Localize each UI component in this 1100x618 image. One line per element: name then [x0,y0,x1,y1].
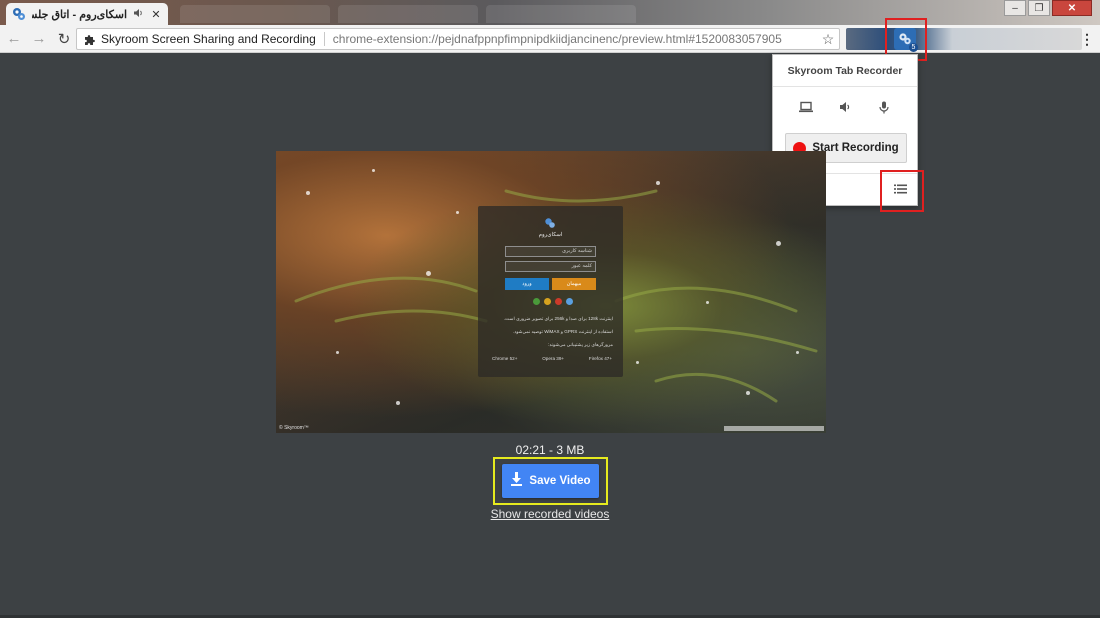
preview-credit: © Skyroom™ [279,425,309,431]
window-controls: – ❐ ✕ [1004,0,1092,16]
firefox-icon [544,298,551,305]
puzzle-piece-icon [83,33,95,45]
list-highlight-frame [880,170,924,212]
skyroom-icon [12,7,26,21]
url-text[interactable]: chrome-extension://pejdnafppnpfimpnipdki… [333,32,817,46]
chrome-icon [533,298,540,305]
save-video-button[interactable]: Save Video [502,464,599,498]
recording-preview[interactable]: اسکای‌روم شناسه کاربری کلمه عبور ورود می… [276,151,826,433]
tab-title: اسکای‌روم - اتاق جلسات [32,8,127,21]
app-name: اسکای‌روم [538,232,563,238]
browser-firefox: Firefox 47+ [588,356,612,361]
tab-active[interactable]: اسکای‌روم - اتاق جلسات ✕ [6,3,168,25]
tab-close-icon[interactable]: ✕ [150,8,162,21]
info-line: اینترنت 128k برای صدا و 256k برای تصویر … [503,316,613,321]
background-tab[interactable] [180,5,330,23]
extensions-area [846,28,1082,50]
save-video-label: Save Video [529,475,591,487]
download-icon [510,471,523,491]
close-window-button[interactable]: ✕ [1052,0,1092,16]
source-selector [773,87,917,127]
back-button[interactable]: ← [3,28,25,50]
microphone-icon[interactable] [875,98,893,116]
opera-icon [555,298,562,305]
screen-icon[interactable] [797,98,815,116]
speaker-icon[interactable] [133,8,144,21]
show-recorded-videos-link[interactable]: Show recorded videos [450,507,650,521]
login-card: اسکای‌روم شناسه کاربری کلمه عبور ورود می… [478,206,623,377]
login-button[interactable]: ورود [505,278,549,290]
background-tab[interactable] [486,5,636,23]
info-line: استفاده از اینترنت GPRS و WiMAX توصیه نم… [512,329,613,334]
minimize-button[interactable]: – [1004,0,1026,16]
popup-title: Skyroom Tab Recorder [773,55,917,87]
preview-status-bar [724,426,824,431]
tab-strip: اسکای‌روم - اتاق جلسات ✕ – ❐ ✕ [0,0,1100,25]
maximize-button[interactable]: ❐ [1028,0,1050,16]
browser-chrome: Chrome 52+ [492,356,518,361]
guest-button[interactable]: میهمان [552,278,596,290]
speaker-icon[interactable] [836,98,854,116]
supported-browsers: Chrome 52+ Opera 39+ Firefox 47+ [492,356,612,361]
browser-icons [533,298,573,305]
browser-opera: Opera 39+ [542,356,565,361]
recording-duration: 02:21 - 3 MB [515,443,585,457]
address-bar[interactable]: Skyroom Screen Sharing and Recording chr… [76,28,840,50]
info-line: مرورگرهای زیر پشتیبانی می‌شوند: [548,342,613,347]
bookmark-star-icon[interactable]: ☆ [817,31,839,48]
windows-icon [566,298,573,305]
forward-button[interactable]: → [28,28,50,50]
skyroom-icon [544,216,556,228]
background-tab[interactable] [338,5,478,23]
browser-menu-icon[interactable]: ⋮ [1080,31,1094,48]
reload-button[interactable]: ↻ [53,28,75,50]
browser-toolbar: ← → ↻ Skyroom Screen Sharing and Recordi… [0,25,1100,53]
username-input[interactable]: شناسه کاربری [505,246,596,257]
page-origin: Skyroom Screen Sharing and Recording [101,32,316,46]
omnibox-divider [323,32,325,46]
password-input[interactable]: کلمه عبور [505,261,596,272]
